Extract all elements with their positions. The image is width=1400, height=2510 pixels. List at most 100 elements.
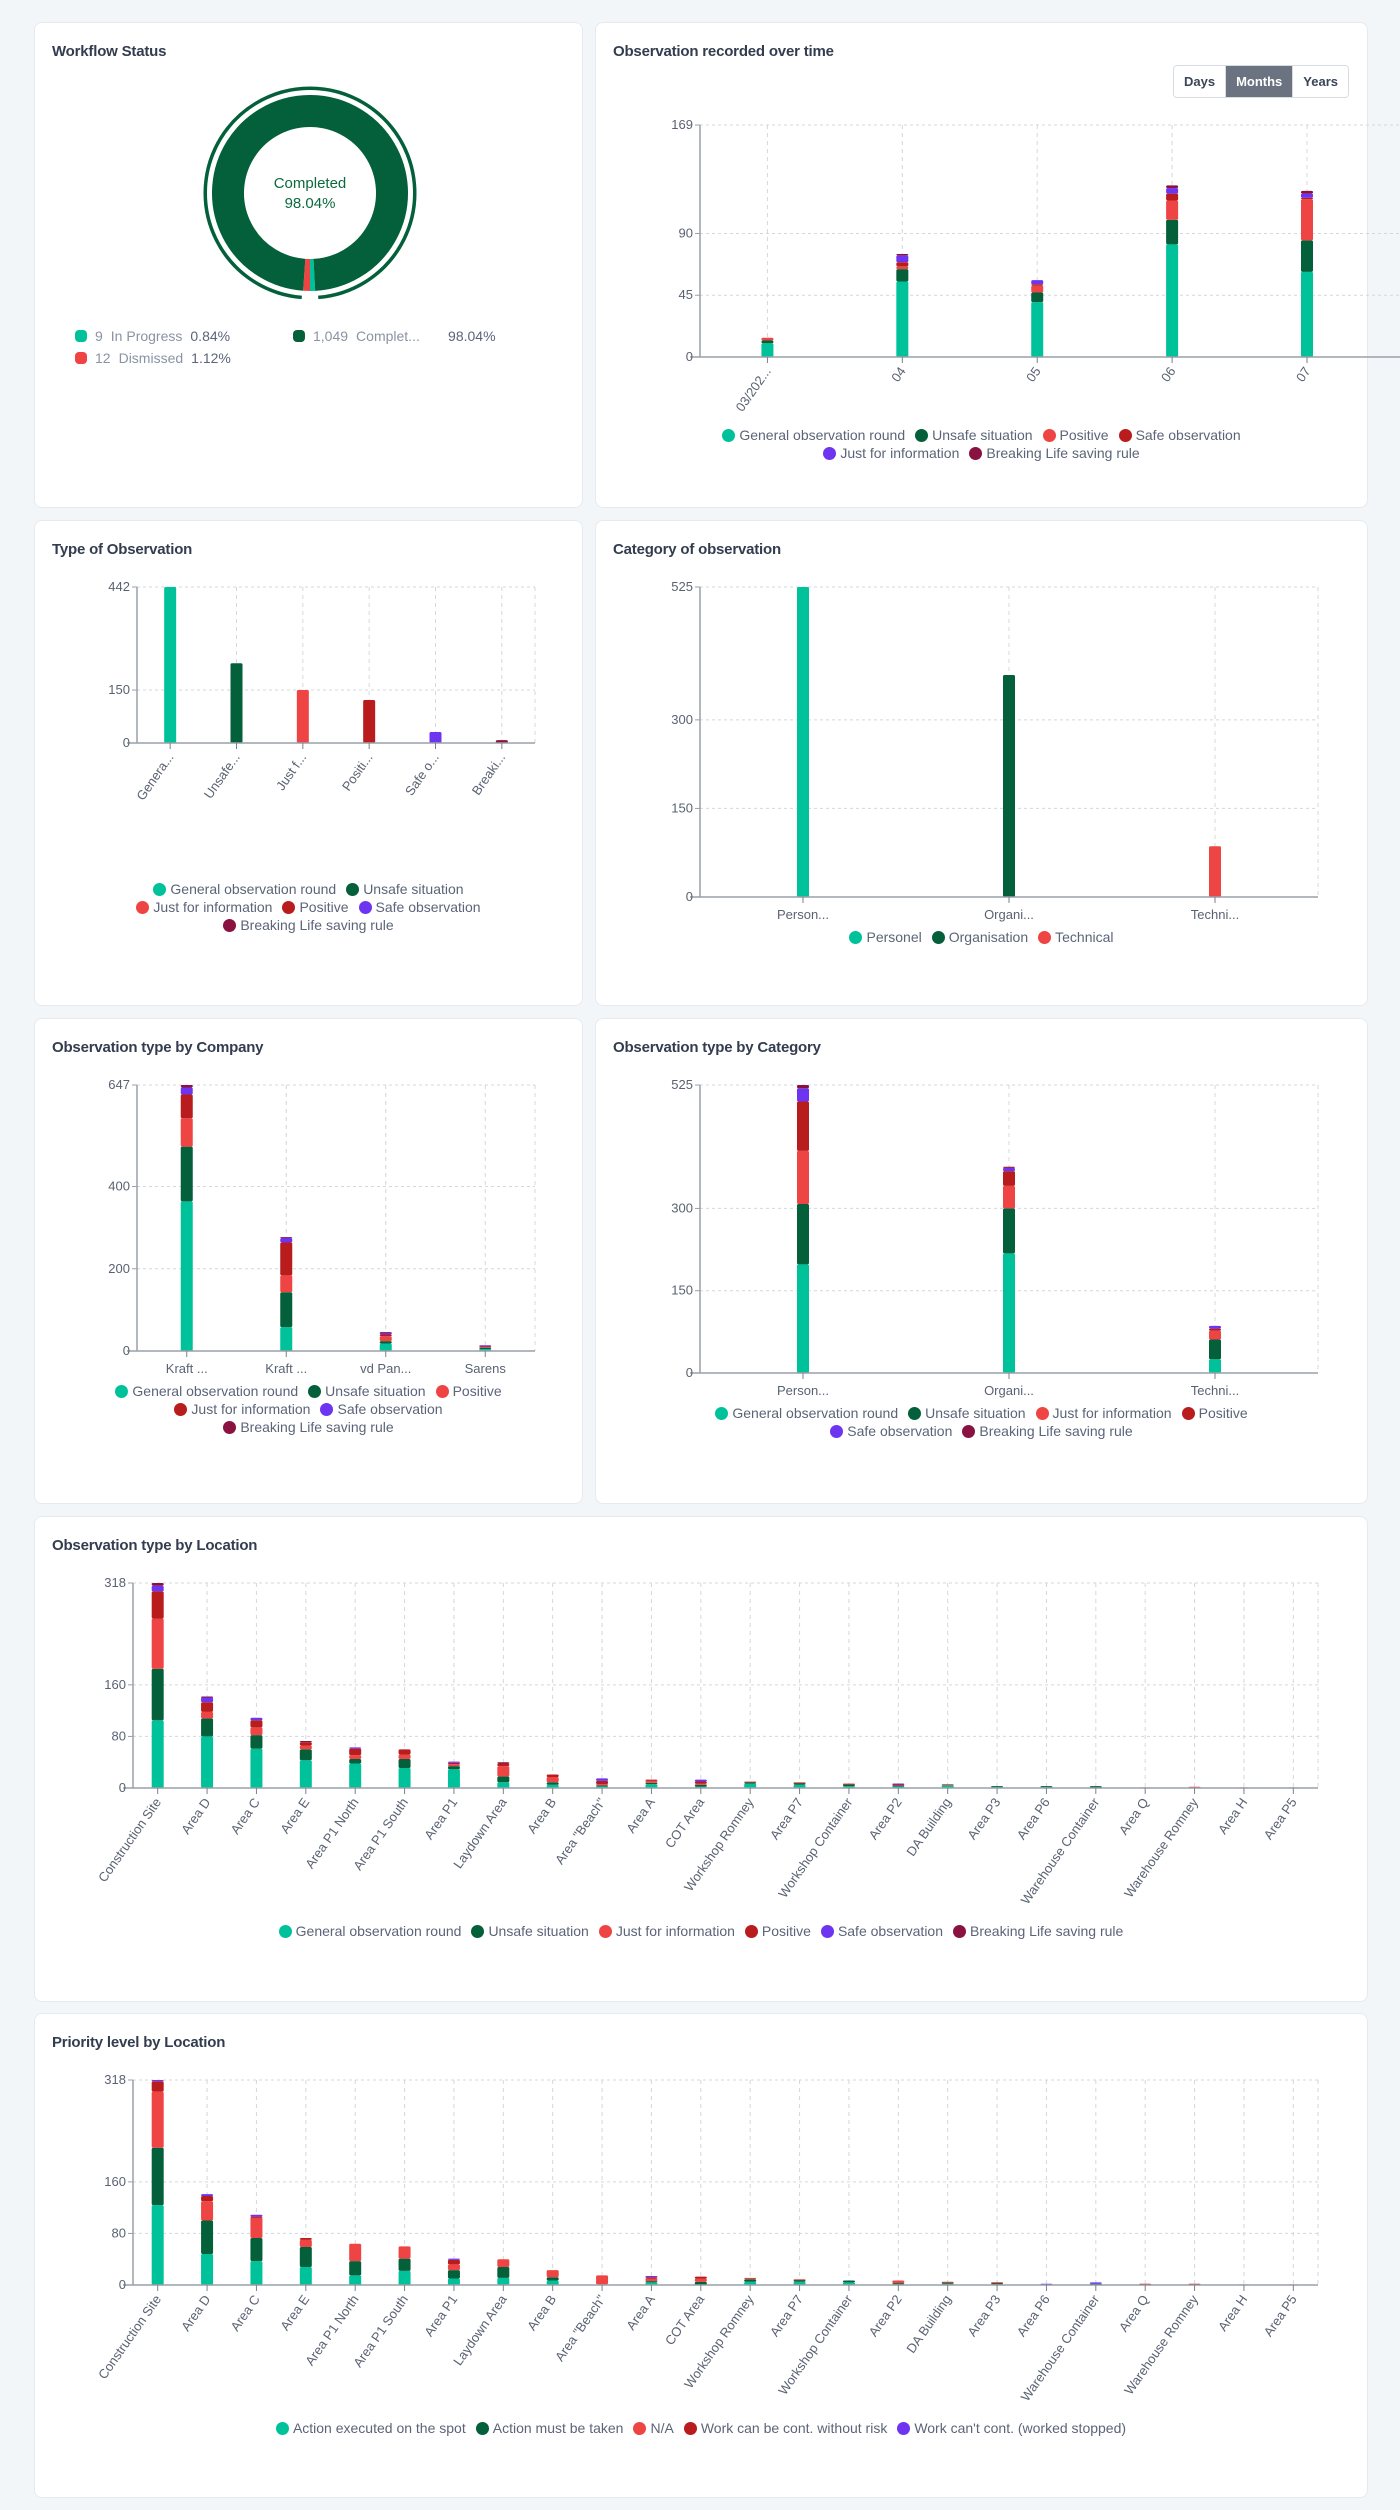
bar-positive-area-e[interactable] [299,1742,312,1746]
bar-unsafe-situation-area-a[interactable] [645,1782,658,1785]
bar-n-a-area-p1-south[interactable] [398,2246,411,2259]
bar-action-must-be-taken-area-e[interactable] [299,2246,312,2267]
legend-item-positive[interactable]: Positive [744,1923,811,1939]
bar-n-a-area-e[interactable] [299,2239,312,2247]
bar-safe-observation-04[interactable] [896,262,909,267]
bar-unsafe-situation-laydown-area[interactable] [497,1776,510,1783]
legend-item-general-observation-round[interactable]: General observation round [278,1923,461,1939]
bar-just-for-information-kraft[interactable] [180,1094,193,1119]
bar-unsafe-situation-person[interactable] [797,1204,809,1265]
bar-just-for-information-workshop-romney[interactable] [744,1781,757,1783]
legend-item-unsafe-situation[interactable]: Unsafe situation [346,881,464,897]
legend-item-general-observation-round[interactable]: General observation round [715,1405,898,1421]
bar-just-for-information-kraft[interactable] [280,1242,293,1276]
bar-just-for-information-person[interactable] [797,1150,809,1205]
bar-action-executed-on-the-spot-area-p1-south[interactable] [398,2270,411,2285]
bar-personel-person[interactable] [797,587,809,897]
legend-item-just-for-information[interactable]: Just for information [174,1401,310,1417]
bar-positive-cot-area[interactable] [694,1781,707,1784]
bar-general-observation-round-04[interactable] [896,281,909,357]
bar-work-can-t-cont-worked-stopped-area-d[interactable] [201,2194,214,2197]
bar-action-must-be-taken-area-p1[interactable] [447,2270,460,2279]
bar-work-can-be-cont-without-risk-cot-area[interactable] [694,2276,707,2279]
bar-just-for-information-organi[interactable] [1003,1185,1015,1209]
legend-item-action-must-be-taken[interactable]: Action must be taken [475,2420,623,2436]
legend-item-positive[interactable]: Positive [1042,427,1109,443]
workflow-legend-item[interactable]: 9 In Progress 0.84% [75,328,285,344]
bar-positive-positi[interactable] [363,699,376,743]
bar-general-observation-round-kraft[interactable] [180,1201,193,1351]
bar-just-for-information-construction-site[interactable] [151,1618,164,1669]
bar-organisation-organi[interactable] [1003,674,1015,897]
bar-general-observation-round-techni[interactable] [1209,1359,1221,1373]
bar-unsafe-situation-area-p3[interactable] [991,1786,1004,1788]
bar-unsafe-situation-07[interactable] [1301,240,1313,272]
bar-action-executed-on-the-spot-area-e[interactable] [299,2266,312,2285]
bar-action-must-be-taken-area-c[interactable] [250,2237,263,2262]
bar-breaking-life-saving-rule-kraft[interactable] [280,1237,293,1239]
legend-item-unsafe-situation[interactable]: Unsafe situation [908,1405,1026,1421]
legend-item-unsafe-situation[interactable]: Unsafe situation [471,1923,589,1939]
bar-breaking-life-saving-rule-construction-site[interactable] [151,1583,164,1586]
bar-work-can-be-cont-without-risk-area-p3[interactable] [991,2282,1004,2284]
bar-positive-03-202[interactable] [761,337,774,341]
bar-just-for-information-area-beach[interactable] [596,1784,609,1786]
bar-positive-construction-site[interactable] [151,1591,164,1619]
years-button[interactable]: Years [1292,66,1348,97]
legend-item-positive[interactable]: Positive [282,899,349,915]
legend-item-safe-observation[interactable]: Safe observation [1118,427,1241,443]
bar-unsafe-situation-area-e[interactable] [299,1749,312,1761]
bar-n-a-area-p2[interactable] [892,2280,905,2284]
bar-general-observation-round-area-c[interactable] [250,1748,263,1788]
bar-general-observation-round-vd-pan[interactable] [379,1343,392,1351]
bar-work-can-t-cont-worked-stopped-warehouse-container[interactable] [1089,2282,1102,2284]
legend-item-breaking-life-saving-rule[interactable]: Breaking Life saving rule [223,1419,394,1435]
bar-action-executed-on-the-spot-area-p1-north[interactable] [349,2275,362,2285]
legend-item-personel[interactable]: Personel [849,929,922,945]
bar-action-must-be-taken-area-d[interactable] [201,2220,214,2255]
bar-safe-observation-area-p2[interactable] [892,1783,905,1785]
legend-item-just-for-information[interactable]: Just for information [598,1923,735,1939]
bar-just-for-information-area-b[interactable] [546,1777,559,1783]
days-button[interactable]: Days [1174,66,1226,97]
legend-item-unsafe-situation[interactable]: Unsafe situation [308,1383,426,1399]
legend-item-unsafe-situation[interactable]: Unsafe situation [915,427,1033,443]
legend-item-positive[interactable]: Positive [1181,1405,1248,1421]
bar-safe-observation-07[interactable] [1301,197,1313,200]
bar-just-for-information-05[interactable] [1031,280,1044,285]
legend-item-safe-observation[interactable]: Safe observation [830,1423,952,1439]
bar-positive-kraft[interactable] [280,1275,293,1293]
bar-unsafe-situation-organi[interactable] [1003,1208,1015,1254]
bar-safe-observation-05[interactable] [1031,284,1044,286]
bar-n-a-area-a[interactable] [645,2278,658,2282]
bar-general-observation-round-area-e[interactable] [299,1760,312,1788]
bar-n-a-da-building[interactable] [941,2281,954,2283]
bar-just-for-information-area-d[interactable] [201,1711,214,1719]
bar-safe-observation-cot-area[interactable] [694,1779,707,1782]
bar-n-a-construction-site[interactable] [151,2091,164,2148]
bar-work-can-be-cont-without-risk-construction-site[interactable] [151,2081,164,2092]
bar-unsafe-situation-05[interactable] [1031,292,1044,303]
bar-general-observation-round-kraft[interactable] [280,1327,293,1351]
bar-positive-area-c[interactable] [250,1720,263,1728]
legend-item-organisation[interactable]: Organisation [931,929,1028,945]
bar-unsafe-situation-area-p1-north[interactable] [349,1758,362,1764]
bar-action-must-be-taken-workshop-romney[interactable] [744,2279,757,2282]
bar-positive-area-b[interactable] [546,1774,559,1778]
bar-just-for-information-area-p1[interactable] [447,1764,460,1767]
bar-positive-organi[interactable] [1003,1171,1015,1186]
bar-positive-area-d[interactable] [201,1702,214,1712]
bar-n-a-area-c[interactable] [250,2217,263,2238]
bar-n-a-cot-area[interactable] [694,2278,707,2282]
bar-just-for-information-laydown-area[interactable] [497,1766,510,1777]
bar-general-observation-round-area-p1-north[interactable] [349,1763,362,1788]
bar-n-a-area-beach[interactable] [596,2275,609,2285]
bar-work-can-t-cont-worked-stopped-construction-site[interactable] [151,2080,164,2082]
workflow-legend-item[interactable]: 1,049 Complet... 98.04% [293,328,496,344]
bar-breaking-life-saving-rule-vd-pan[interactable] [379,1332,392,1334]
bar-just-for-information-area-c[interactable] [250,1727,263,1736]
bar-action-must-be-taken-construction-site[interactable] [151,2147,164,2206]
bar-positive-techni[interactable] [1209,1328,1221,1331]
bar-n-a-area-b[interactable] [546,2270,559,2278]
bar-safe-observation-06[interactable] [1166,193,1179,201]
